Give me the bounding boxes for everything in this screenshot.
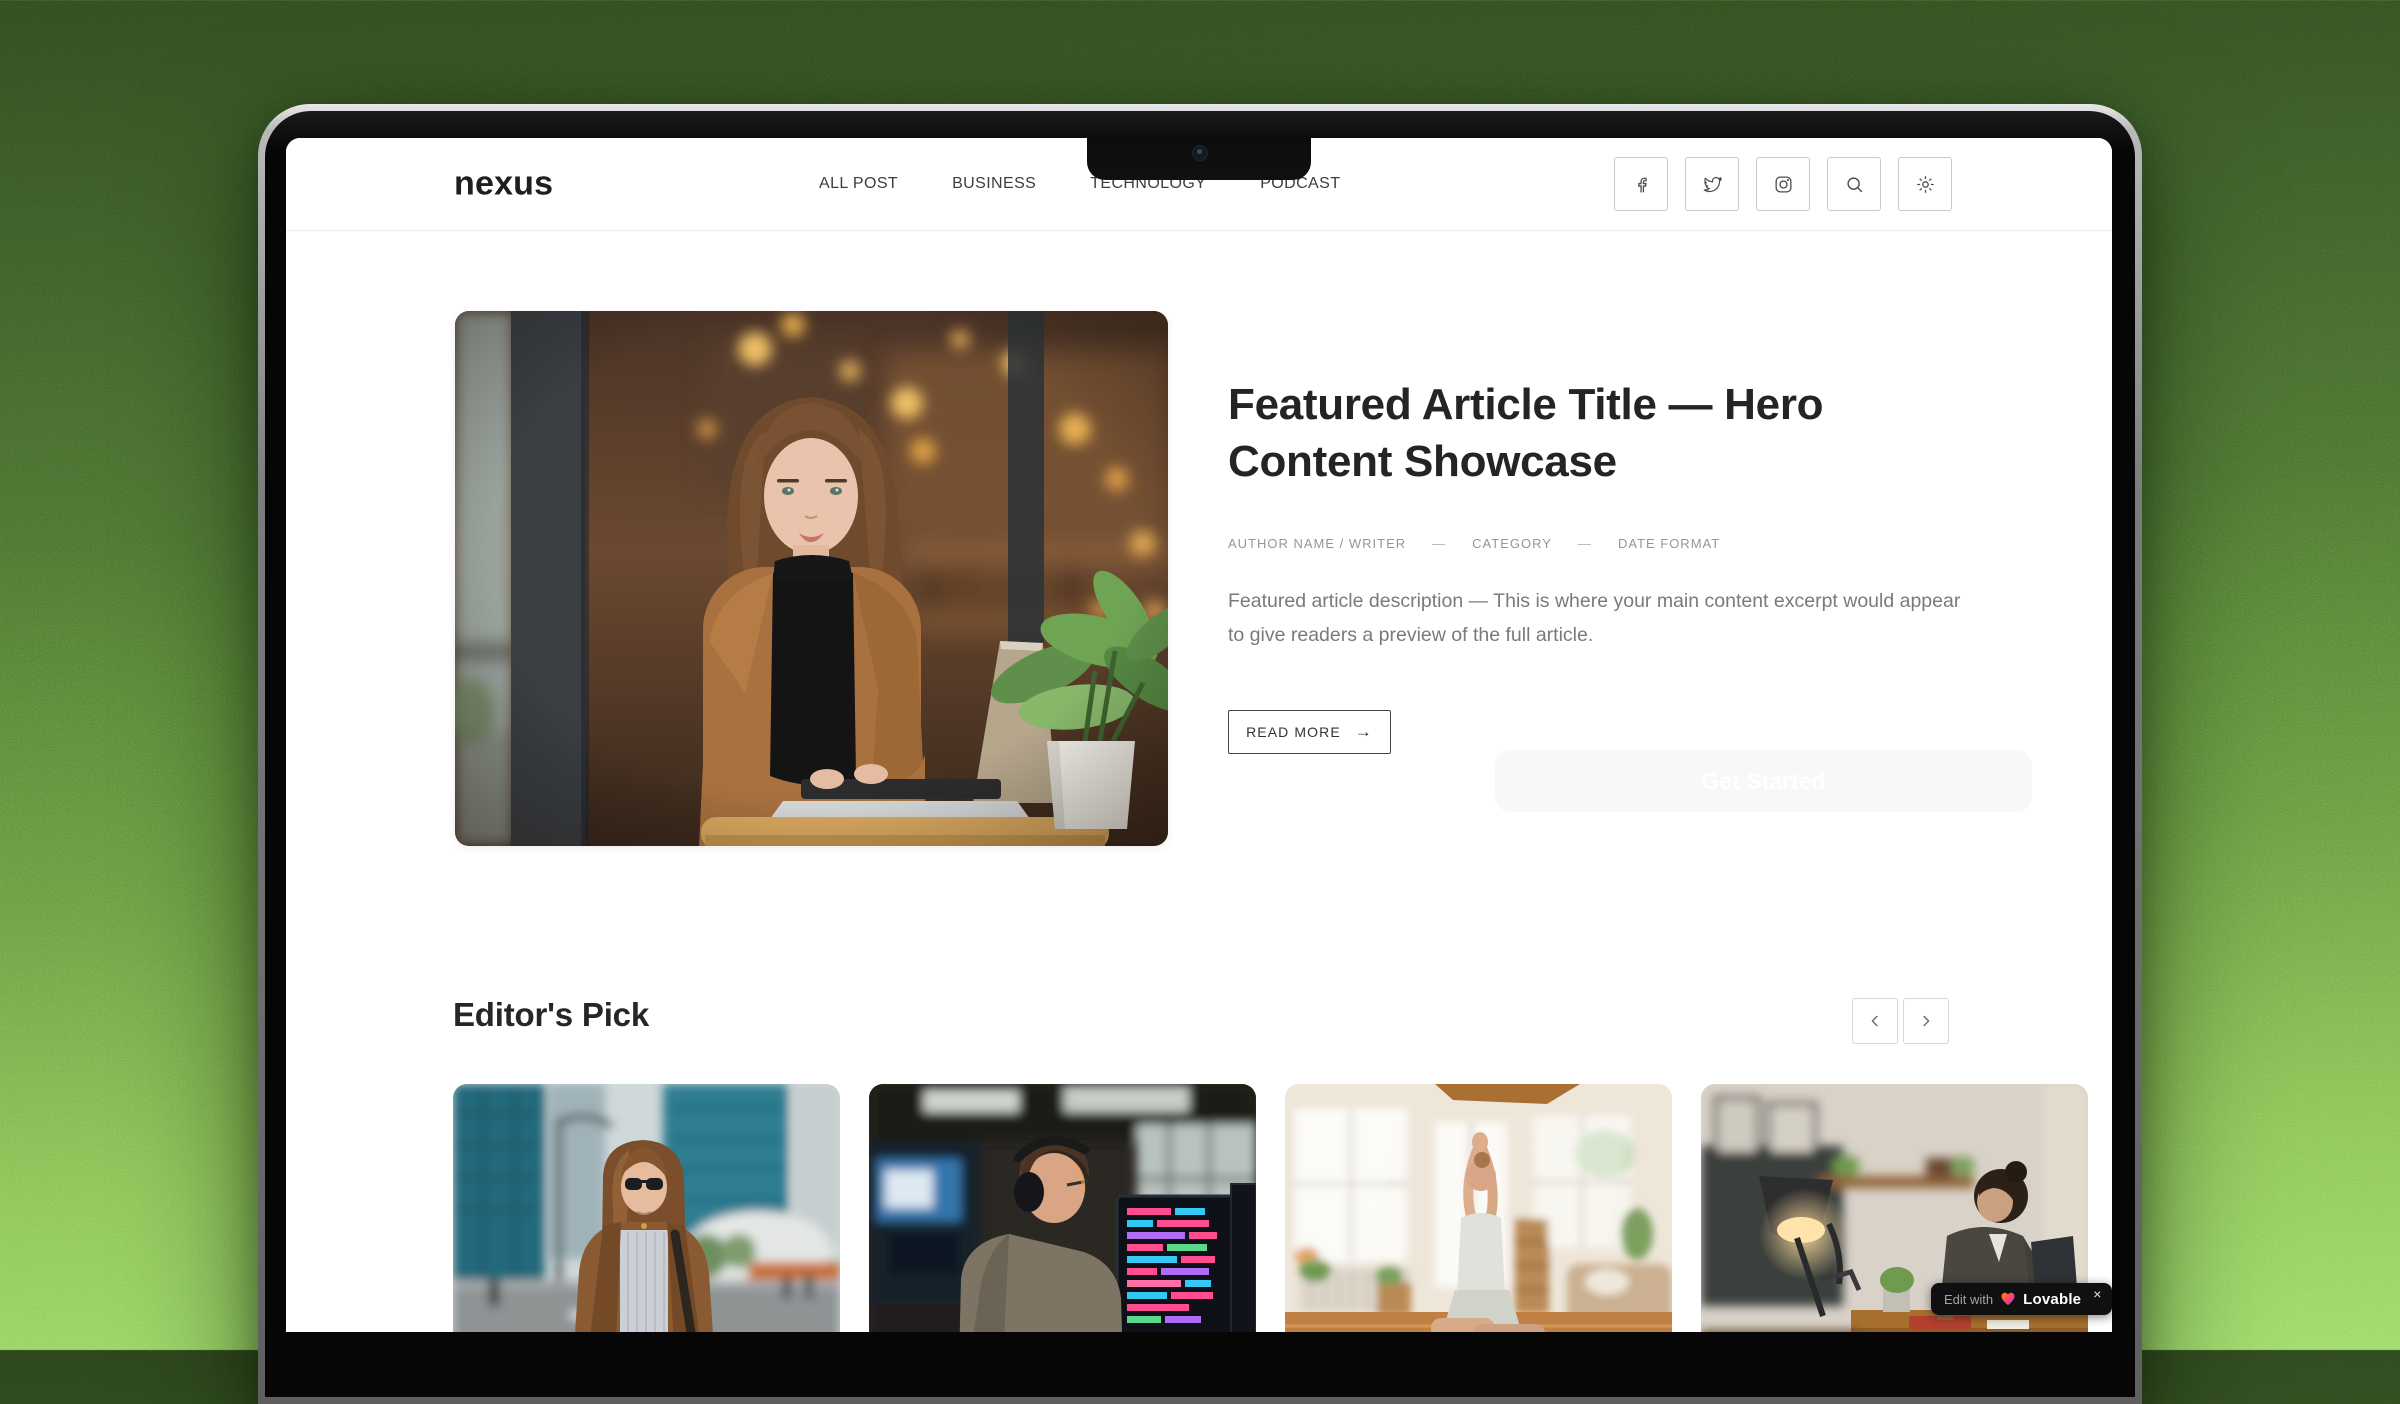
webcam-icon	[1192, 145, 1208, 161]
twitter-button[interactable]	[1685, 157, 1739, 211]
header-actions	[1614, 157, 1952, 211]
editors-pick-card-yoga[interactable]	[1285, 1084, 1672, 1332]
laptop-screen: nexus ALL POST BUSINESS TECHNOLOGY PODCA…	[286, 138, 2112, 1332]
editors-pick-card-developer[interactable]	[869, 1084, 1256, 1332]
site-logo[interactable]: nexus	[454, 165, 553, 204]
hero-category[interactable]: CATEGORY	[1472, 536, 1552, 551]
chevron-right-icon	[1917, 1012, 1935, 1030]
hero-author[interactable]: AUTHOR NAME / WRITER	[1228, 536, 1406, 551]
badge-prefix: Edit with	[1944, 1292, 1993, 1307]
badge-close-icon[interactable]: ×	[2093, 1287, 2101, 1301]
nav-all-post[interactable]: ALL POST	[819, 175, 898, 193]
nav-business[interactable]: BUSINESS	[952, 175, 1036, 193]
read-more-label: READ MORE	[1246, 724, 1341, 740]
hero-description: Featured article description — This is w…	[1228, 584, 1976, 652]
hero-title: Featured Article Title — Hero Content Sh…	[1228, 376, 1848, 490]
laptop-notch	[1087, 138, 1311, 180]
laptop-mockup: nexus ALL POST BUSINESS TECHNOLOGY PODCA…	[258, 104, 2142, 1404]
search-icon	[1844, 174, 1865, 195]
search-button[interactable]	[1827, 157, 1881, 211]
carousel-prev-button[interactable]	[1852, 998, 1898, 1044]
hero-featured-image[interactable]	[455, 311, 1168, 846]
theme-sun-icon	[1915, 174, 1936, 195]
arrow-right-icon: →	[1355, 722, 1373, 742]
hero-meta: AUTHOR NAME / WRITER — CATEGORY — DATE F…	[1228, 536, 1720, 551]
editors-pick-card-street-style[interactable]	[453, 1084, 840, 1332]
lovable-badge[interactable]: Edit with Lovable ×	[1931, 1283, 2112, 1315]
hero-date: DATE FORMAT	[1618, 536, 1720, 551]
lovable-heart-icon	[2000, 1291, 2016, 1307]
meta-separator: —	[1578, 536, 1592, 551]
badge-brand: Lovable	[2023, 1291, 2081, 1308]
card-image-yoga	[1285, 1084, 1672, 1332]
theme-toggle-button[interactable]	[1898, 157, 1952, 211]
instagram-button[interactable]	[1756, 157, 1810, 211]
laptop-bezel: nexus ALL POST BUSINESS TECHNOLOGY PODCA…	[265, 111, 2135, 1397]
carousel-next-button[interactable]	[1903, 998, 1949, 1044]
facebook-icon	[1631, 174, 1652, 195]
chevron-left-icon	[1866, 1012, 1884, 1030]
editors-pick-carousel	[453, 1084, 2088, 1332]
twitter-icon	[1702, 174, 1723, 195]
ghost-get-started-button[interactable]: Get Started	[1495, 750, 2032, 812]
meta-separator: —	[1432, 536, 1446, 551]
facebook-button[interactable]	[1614, 157, 1668, 211]
instagram-icon	[1773, 174, 1794, 195]
editors-pick-heading: Editor's Pick	[453, 996, 649, 1034]
cafe-woman-laptop-illustration	[455, 311, 1168, 846]
card-image-street-style	[453, 1084, 840, 1332]
read-more-button[interactable]: READ MORE →	[1228, 710, 1391, 754]
card-image-developer	[869, 1084, 1256, 1332]
